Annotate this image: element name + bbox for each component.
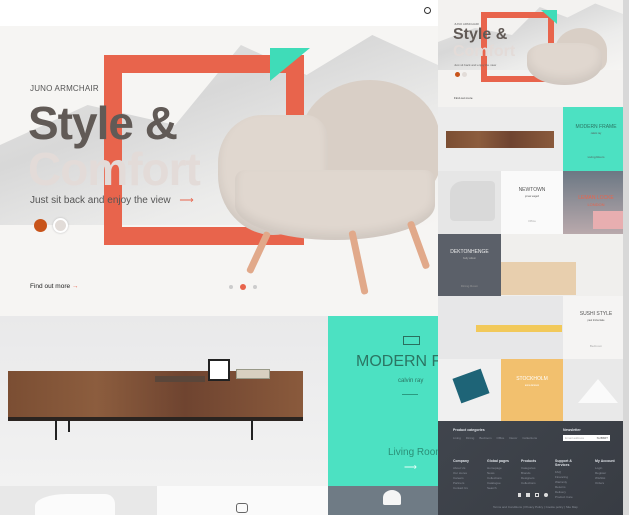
thumb-tile-leman-locke[interactable]: LEMAN LOCKE LONDON: [563, 171, 629, 234]
slide-dot-2[interactable]: [240, 284, 246, 290]
newsletter-input[interactable]: Email address SUBMIT: [563, 435, 610, 441]
teal-triangle: [270, 48, 310, 81]
footer-category[interactable]: Decor: [509, 436, 517, 441]
instagram-icon[interactable]: [535, 493, 539, 497]
thumb-armchair: [525, 28, 610, 88]
slide-dot-1[interactable]: [229, 285, 233, 289]
footer-link[interactable]: Orders: [595, 481, 617, 486]
footer-col-title: Global pages: [487, 459, 509, 463]
find-out-more-label: Find out more: [30, 283, 71, 290]
thumb-sideboard[interactable]: [438, 107, 563, 171]
page-scrollbar[interactable]: [623, 0, 629, 515]
armchair-icon: [236, 503, 248, 513]
facebook-icon[interactable]: [518, 493, 521, 497]
footer-category[interactable]: Bedroom: [479, 436, 491, 441]
hero-page-preview: JUNO ARMCHAIR Style & Comfort Just sit b…: [0, 0, 438, 515]
hero-title-line2: Comfort: [28, 143, 201, 195]
thumb-tile-newtown[interactable]: NEWTOWN jonas wagell Office: [501, 171, 563, 234]
footer-col-title: Support & Services: [555, 459, 572, 467]
footer-category[interactable]: Office: [497, 436, 505, 441]
newsletter-submit[interactable]: SUBMIT: [597, 436, 608, 440]
featured-designer: calvin ray: [398, 378, 424, 384]
thumb-title1: Style &: [453, 26, 508, 43]
thumb-daybed[interactable]: [438, 296, 563, 359]
thumb-cta[interactable]: Find out more: [454, 96, 473, 100]
thumb-subtitle: Just sit back and enjoy the view: [454, 63, 497, 67]
find-out-more-link[interactable]: Find out more →: [30, 283, 78, 290]
armchair-image: [215, 80, 438, 296]
thumb-blue-lamp[interactable]: [438, 359, 501, 421]
pinterest-icon[interactable]: [544, 493, 548, 497]
footer-legal-links[interactable]: Terms and Conditions | Privacy Policy | …: [493, 505, 578, 510]
thumb-tile-modern-frame[interactable]: MODERN FRAME calvin ray Living Room: [563, 107, 629, 171]
thumb-pendant-lamp[interactable]: [563, 359, 629, 421]
footer-link[interactable]: Contact Us: [453, 486, 475, 491]
thumb-tile-sushi-style[interactable]: SUSHI STYLE paul timberlake Bedroom: [563, 296, 629, 359]
search-icon[interactable]: [424, 7, 431, 14]
top-nav: [0, 0, 438, 26]
arrow-icon: →: [71, 283, 79, 290]
footer-link[interactable]: Collections: [521, 481, 543, 486]
thumb-dining-chairs[interactable]: [501, 234, 629, 296]
footer-link[interactable]: Product Care: [555, 495, 583, 500]
full-page-thumbnail: JUNO ARMCHAIR Style & Comfort Just sit b…: [438, 0, 629, 515]
featured-tile-modern-frame[interactable]: MODERN FRAME calvin ray Living Room ⟶: [328, 316, 438, 486]
footer-category[interactable]: Dining: [466, 436, 475, 441]
featured-title: MODERN FRAME: [356, 353, 438, 370]
footer-link[interactable]: Search: [487, 486, 509, 491]
social-icons: [518, 493, 548, 497]
footer-category[interactable]: Living: [453, 436, 461, 441]
footer-col-title: Products: [521, 459, 537, 463]
twitter-icon[interactable]: [526, 493, 530, 497]
footer-category-list: Living Dining Bedroom Office Decor Colle…: [453, 436, 537, 441]
thumb-title2: Comfort: [453, 43, 516, 60]
newsletter-title: Newsletter: [563, 428, 581, 432]
lamp-tile[interactable]: [328, 486, 438, 515]
hero-subtitle: Just sit back and enjoy the view: [30, 195, 171, 206]
newsletter-placeholder: Email address: [565, 436, 585, 440]
sofa-tile[interactable]: [0, 486, 157, 515]
footer-categories-title: Product categories: [453, 428, 485, 432]
color-swatch-orange[interactable]: [34, 219, 47, 232]
featured-category[interactable]: Living Room: [388, 447, 438, 458]
thumb-tile-stockholm[interactable]: STOCKHOLM anna larsson: [501, 359, 563, 421]
frame-icon: [403, 336, 420, 345]
thumb-footer: Product categories Living Dining Bedroom…: [438, 421, 623, 515]
newtown-tile[interactable]: [157, 486, 328, 515]
hero-subtitle-row: Just sit back and enjoy the view ⟶: [30, 195, 194, 206]
slide-dot-3[interactable]: [253, 285, 257, 289]
arrow-right-icon[interactable]: ⟶: [179, 195, 193, 206]
color-swatch-beige[interactable]: [53, 218, 68, 233]
eyebrow: JUNO ARMCHAIR: [30, 84, 99, 93]
footer-col-title: My Account: [595, 459, 615, 463]
sideboard-tile[interactable]: [0, 316, 328, 486]
footer-category[interactable]: Collections: [522, 436, 537, 441]
thumb-sofa[interactable]: [438, 171, 501, 234]
arrow-right-icon[interactable]: ⟶: [404, 462, 417, 473]
thumb-tile-dektonhenge[interactable]: DEKTONHENGE Kelly wilson Dining Room: [438, 234, 501, 296]
footer-col-title: Company: [453, 459, 469, 463]
